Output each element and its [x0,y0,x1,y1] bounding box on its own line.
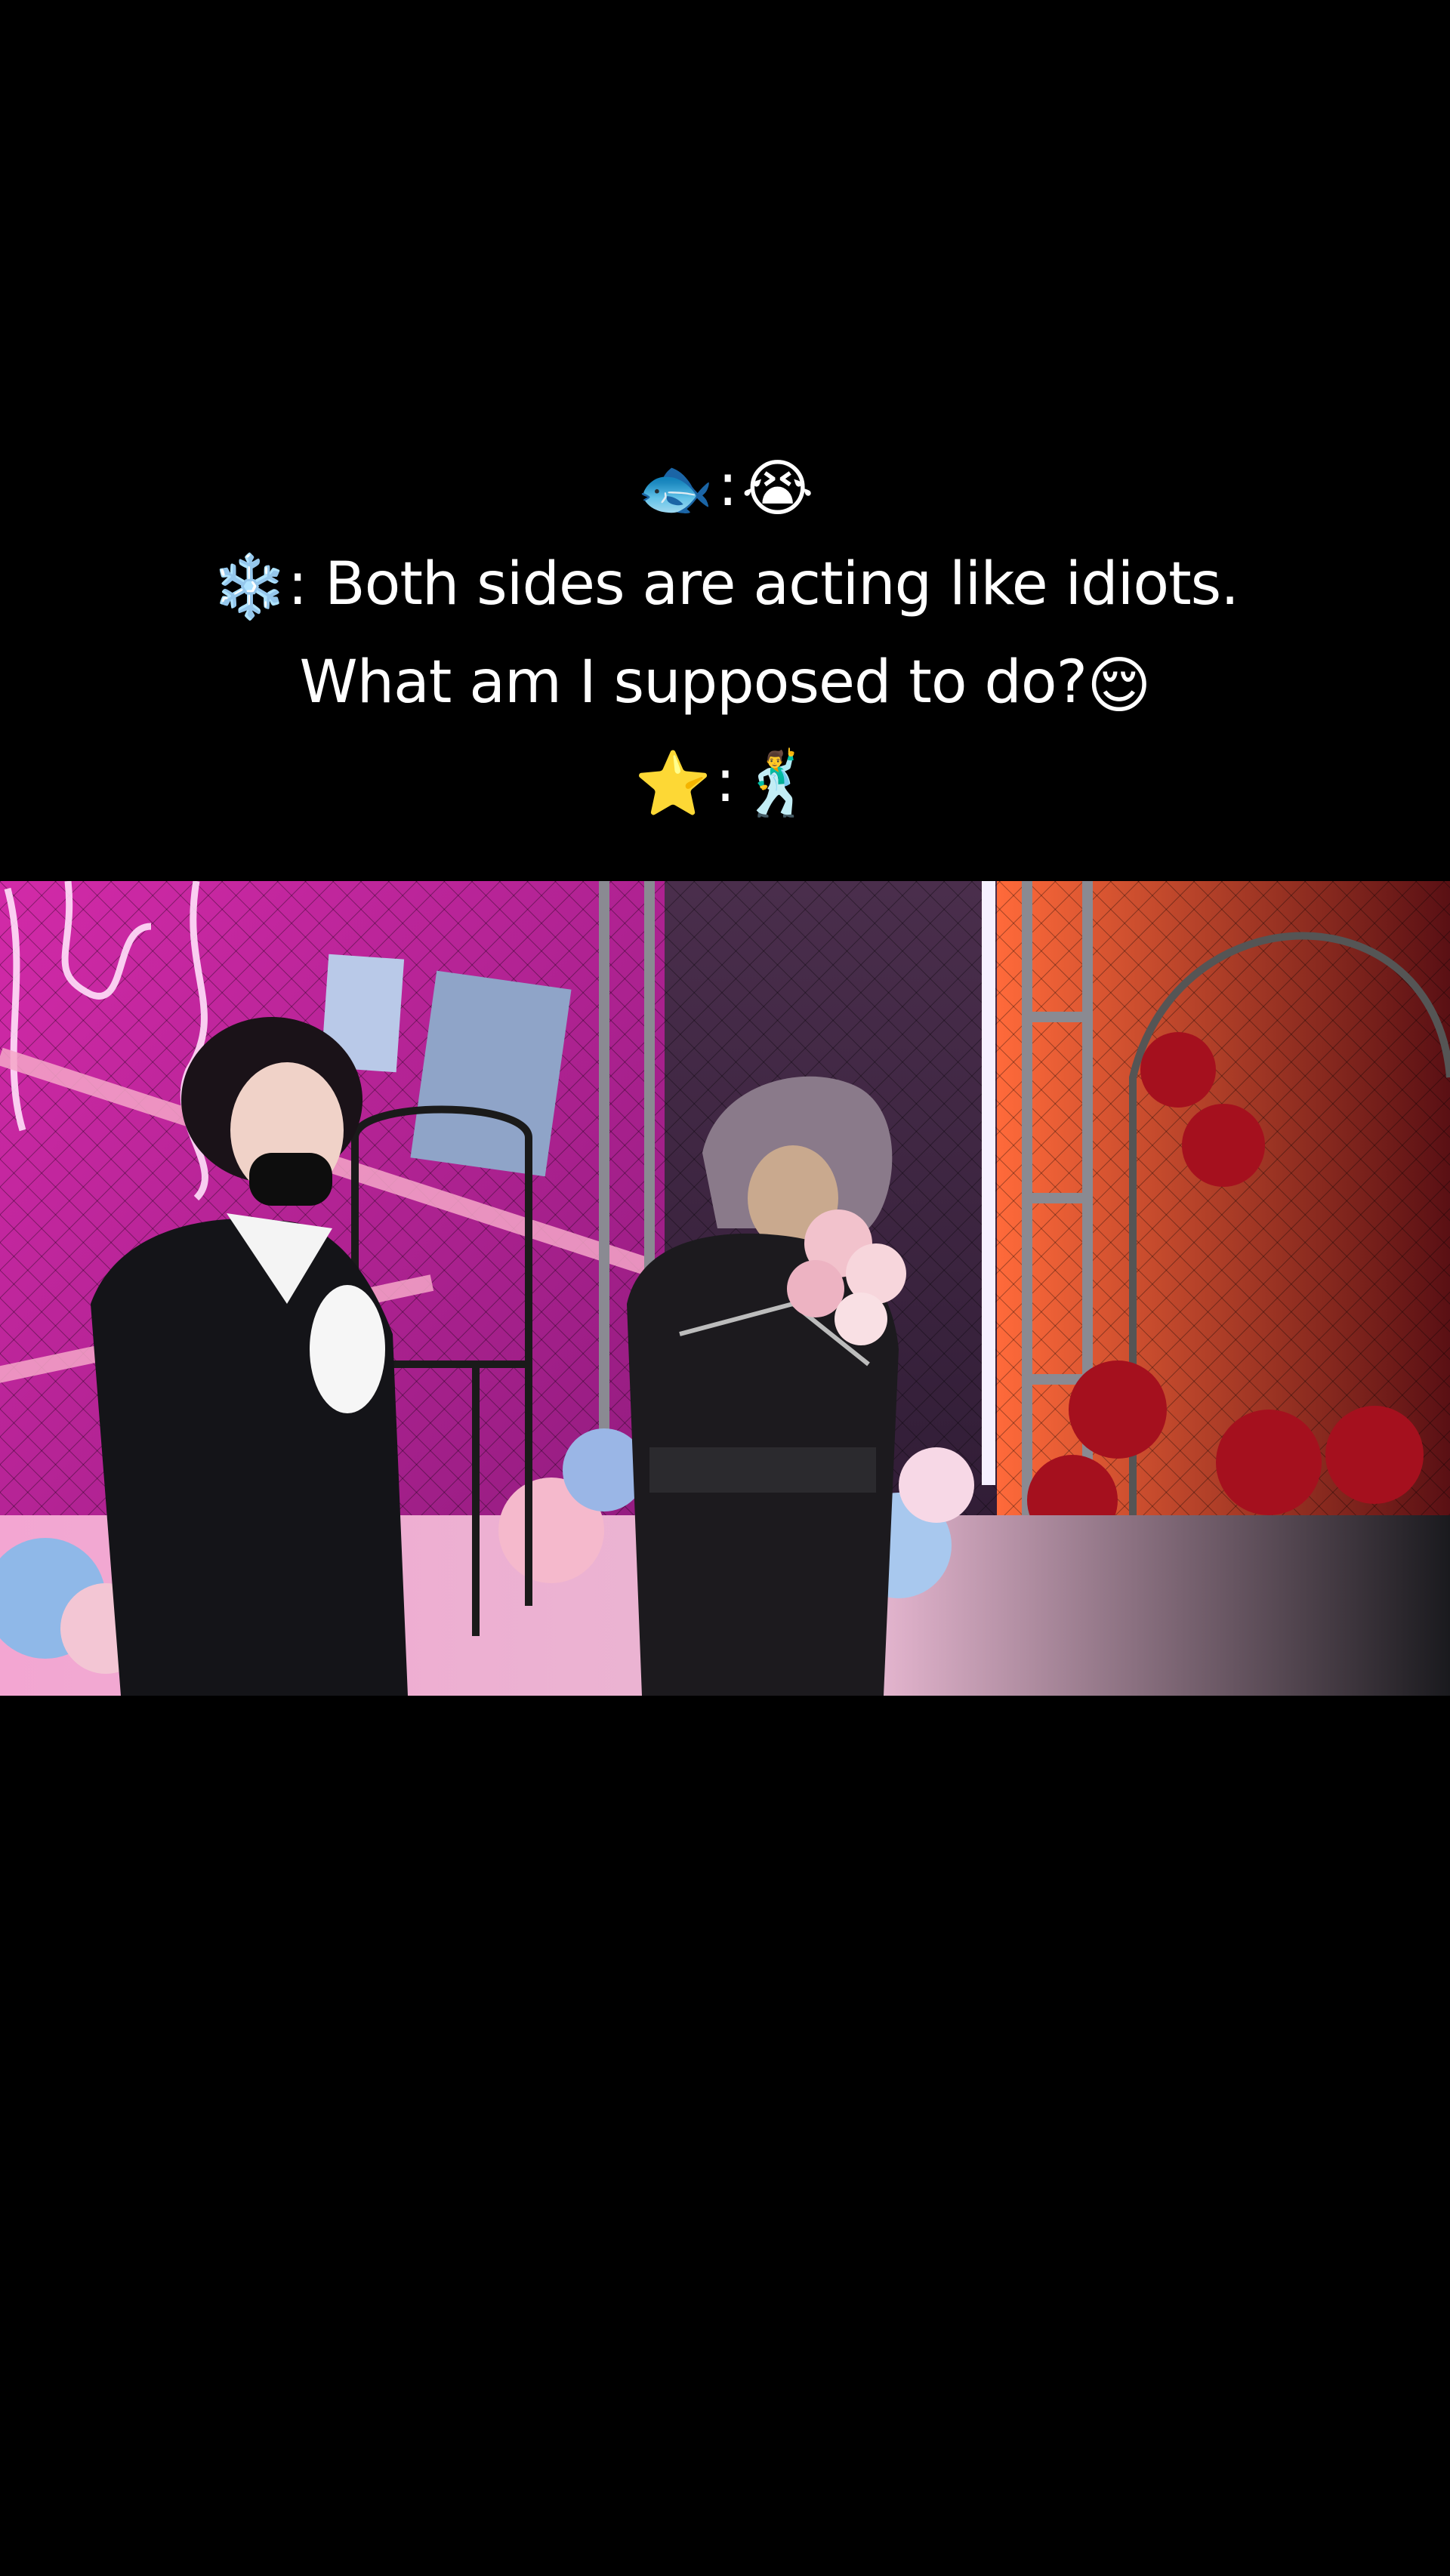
caption-line-3: What am I supposed to do?😌 [0,635,1450,734]
star-icon: ⭐ [634,748,711,821]
crying-face-icon: 😭 [741,452,814,525]
caption-line-1: 🐟:😭 [0,438,1450,537]
fish-icon: 🐟 [637,452,714,525]
video-frame[interactable] [0,881,1450,1696]
caption-overlay: 🐟:😭 ❄️: Both sides are acting like idiot… [0,438,1450,832]
relieved-face-icon: 😌 [1087,649,1151,722]
caption-separator: : [717,451,738,519]
light-bar [982,881,995,1485]
caption-text-3: What am I supposed to do? [299,649,1088,717]
video-scene [0,881,1450,1696]
caption-line-2: ❄️: Both sides are acting like idiots. [0,537,1450,636]
caption-text-2: : Both sides are acting like idiots. [288,550,1239,618]
poster [410,970,572,1177]
caption-line-4: ⭐:🕺 [0,734,1450,833]
dancer-icon: 🕺 [739,748,816,821]
snowflake-icon: ❄️ [211,551,288,624]
caption-separator: : [715,747,735,815]
